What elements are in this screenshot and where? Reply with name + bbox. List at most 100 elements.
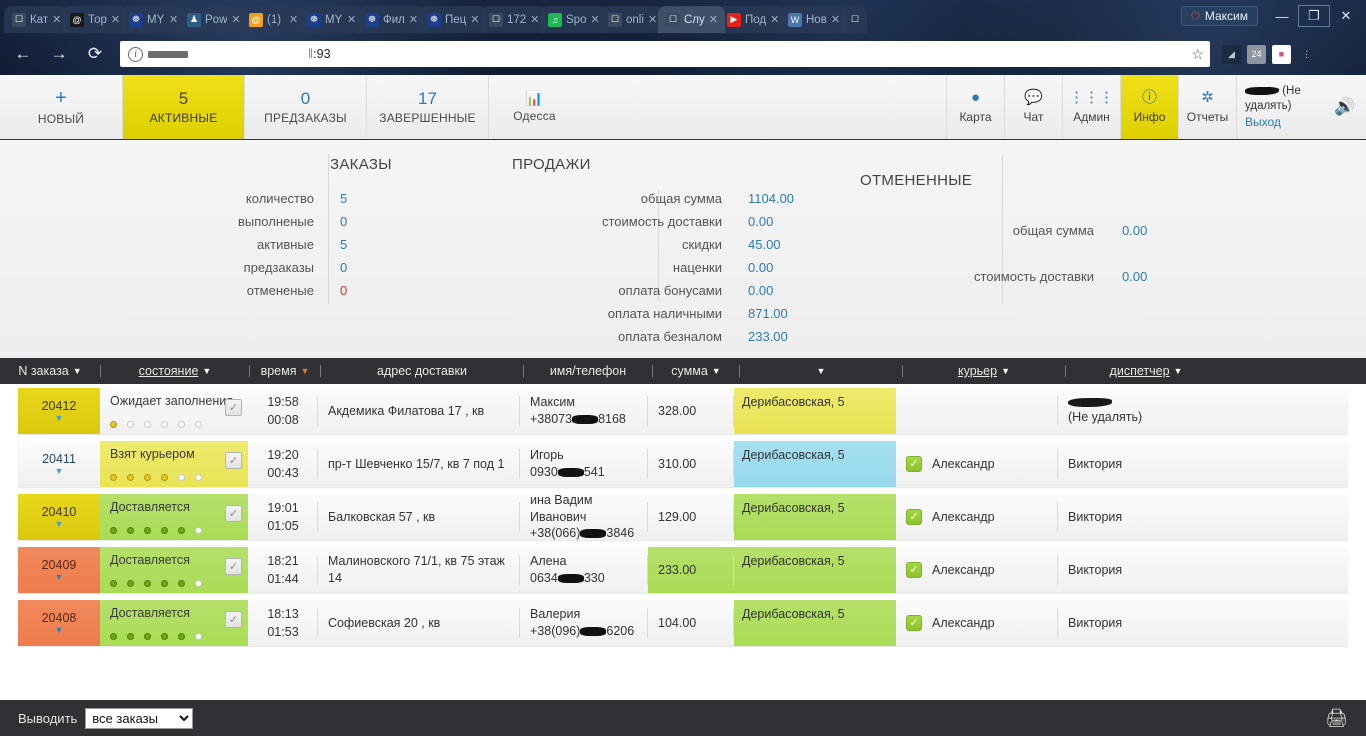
cell-courier[interactable]: ✓ Александр bbox=[896, 494, 1058, 540]
tab-close-icon[interactable]: ✕ bbox=[831, 13, 841, 26]
calendar-24-icon[interactable]: 24 bbox=[1247, 44, 1266, 64]
tab-close-icon[interactable]: ✕ bbox=[648, 13, 658, 26]
tab-close-icon[interactable]: ✕ bbox=[709, 13, 719, 26]
tab-close-icon[interactable]: ✕ bbox=[770, 13, 780, 26]
cell-courier[interactable]: ✓ Александр bbox=[896, 600, 1058, 646]
cell-dispatcher[interactable]: Виктория bbox=[1058, 600, 1218, 646]
nav-button-admin[interactable]: ⋮⋮⋮ Админ bbox=[1062, 75, 1120, 139]
tab-close-icon[interactable]: ✕ bbox=[530, 13, 540, 26]
address-bar[interactable]: i ‖:93 ☆ bbox=[120, 41, 1210, 67]
column-header-delivery-address[interactable]: адрес доставки bbox=[321, 358, 523, 384]
chevron-down-icon[interactable]: ▼ bbox=[55, 572, 64, 582]
speaker-icon[interactable]: 🔊 bbox=[1324, 75, 1366, 139]
cell-order-number[interactable]: 20411 ▼ bbox=[18, 441, 100, 487]
nav-button-chat[interactable]: 💬 Чат bbox=[1004, 75, 1062, 139]
table-row[interactable]: 20410 ▼ Доставляется ✓ 19:01 01:05 Балковская … bbox=[18, 493, 1348, 540]
sort-desc-icon[interactable]: ▼ bbox=[712, 366, 721, 376]
cell-order-number[interactable]: 20412 ▼ bbox=[18, 388, 100, 434]
browser-tab-12[interactable]: ▶ Под ✕ bbox=[718, 6, 787, 34]
cell-state[interactable]: Взят курьером ✓ bbox=[100, 441, 248, 487]
cell-restaurant[interactable]: Дерибасовская, 5 bbox=[734, 600, 896, 646]
column-header-restaurant[interactable]: ▼ bbox=[740, 358, 902, 384]
tab-close-icon[interactable]: ✕ bbox=[590, 13, 600, 26]
cell-dispatcher[interactable]: Виктория bbox=[1058, 494, 1218, 540]
browser-tab-11[interactable]: ☐ Слу ✕ bbox=[657, 6, 726, 34]
courier-confirmed-checkbox[interactable]: ✓ bbox=[906, 509, 922, 525]
cell-restaurant[interactable]: Дерибасовская, 5 bbox=[734, 388, 896, 434]
column-header-state[interactable]: состояние ▼ bbox=[101, 358, 249, 384]
nav-item-completed[interactable]: 17 ЗАВЕРШЕННЫЕ bbox=[366, 75, 488, 139]
cell-order-number[interactable]: 20410 ▼ bbox=[18, 494, 100, 540]
cell-courier[interactable] bbox=[896, 388, 1058, 434]
table-row[interactable]: 20411 ▼ Взят курьером ✓ 19:20 00:43 пр-т Шевче… bbox=[18, 441, 1348, 487]
cell-dispatcher[interactable]: Виктория bbox=[1058, 441, 1218, 487]
courier-confirmed-checkbox[interactable]: ✓ bbox=[906, 456, 922, 472]
column-header-order-number[interactable]: N заказа ▼ bbox=[0, 358, 100, 384]
chevron-down-icon[interactable]: ▼ bbox=[55, 413, 64, 423]
browser-tab-0[interactable]: ☐ Кат ✕ bbox=[3, 6, 69, 34]
state-checkbox[interactable]: ✓ bbox=[225, 399, 242, 416]
footer-filter-select[interactable]: все заказы bbox=[85, 707, 194, 729]
cell-restaurant[interactable]: Дерибасовская, 5 bbox=[734, 441, 896, 487]
column-header-courier[interactable]: курьер ▼ bbox=[903, 358, 1065, 384]
tab-close-icon[interactable]: ✕ bbox=[111, 13, 121, 26]
browser-tab-4[interactable]: @ (1) ✕ bbox=[241, 6, 306, 34]
window-restore-button[interactable]: ❐ bbox=[1298, 5, 1330, 27]
window-close-button[interactable]: ✕ bbox=[1330, 5, 1362, 27]
nav-item-city[interactable]: 📊 Одесса bbox=[488, 75, 580, 139]
printer-icon[interactable]: 🖨 bbox=[1325, 708, 1348, 729]
chevron-down-icon[interactable]: ▼ bbox=[55, 519, 64, 529]
new-tab-button[interactable]: ☐ bbox=[840, 6, 868, 34]
browser-tab-8[interactable]: ☐ 172 ✕ bbox=[480, 6, 547, 34]
back-icon[interactable]: ← bbox=[6, 39, 40, 69]
browser-tab-10[interactable]: ☐ onli ✕ bbox=[599, 6, 665, 34]
nav-item-preorders[interactable]: 0 ПРЕДЗАКАЗЫ bbox=[244, 75, 366, 139]
column-header-sum[interactable]: сумма ▼ bbox=[653, 358, 739, 384]
cell-dispatcher[interactable]: Виктория bbox=[1058, 547, 1218, 593]
table-row[interactable]: 20412 ▼ Ожидает заполнения ✓ 19:58 00:08 Акдем… bbox=[18, 388, 1348, 434]
chrome-menu-icon[interactable]: ⋮ bbox=[1297, 45, 1316, 64]
state-checkbox[interactable]: ✓ bbox=[225, 505, 242, 522]
nav-button-info[interactable]: ⓘ Инфо bbox=[1120, 75, 1178, 139]
browser-account-chip[interactable]: ⏻ Максим bbox=[1181, 6, 1258, 26]
cell-state[interactable]: Доставляется ✓ bbox=[100, 494, 248, 540]
sort-desc-icon[interactable]: ▼ bbox=[1001, 366, 1010, 376]
nav-button-reports[interactable]: ✲ Отчеты bbox=[1178, 75, 1236, 139]
cell-state[interactable]: Доставляется ✓ bbox=[100, 547, 248, 593]
state-checkbox[interactable]: ✓ bbox=[225, 558, 242, 575]
nav-button-map[interactable]: ● Карта bbox=[946, 75, 1004, 139]
column-header-name-phone[interactable]: имя/телефон bbox=[524, 358, 652, 384]
courier-confirmed-checkbox[interactable]: ✓ bbox=[906, 615, 922, 631]
cell-restaurant[interactable]: Дерибасовская, 5 bbox=[734, 547, 896, 593]
site-info-icon[interactable]: i bbox=[128, 46, 143, 62]
tab-close-icon[interactable]: ✕ bbox=[52, 13, 62, 26]
cell-order-number[interactable]: 20408 ▼ bbox=[18, 600, 100, 646]
state-checkbox[interactable]: ✓ bbox=[225, 452, 242, 469]
logout-link[interactable]: Выход bbox=[1245, 115, 1324, 130]
window-minimize-button[interactable]: — bbox=[1266, 5, 1298, 27]
sort-desc-icon[interactable]: ▼ bbox=[1174, 366, 1183, 376]
browser-tab-6[interactable]: ☸ Фил ✕ bbox=[357, 6, 426, 34]
cell-state[interactable]: Ожидает заполнения ✓ bbox=[100, 388, 248, 434]
browser-tab-9[interactable]: ♫ Spo ✕ bbox=[539, 6, 607, 34]
table-row[interactable]: 20409 ▼ Доставляется ✓ 18:21 01:44 Малиновског… bbox=[18, 547, 1348, 593]
cell-restaurant[interactable]: Дерибасовская, 5 bbox=[734, 494, 896, 540]
cell-state[interactable]: Доставляется ✓ bbox=[100, 600, 248, 646]
courier-confirmed-checkbox[interactable]: ✓ bbox=[906, 562, 922, 578]
sort-desc-icon[interactable]: ▼ bbox=[73, 366, 82, 376]
star-icon[interactable]: ☆ bbox=[1191, 46, 1204, 63]
sort-desc-icon[interactable]: ▼ bbox=[817, 366, 826, 376]
browser-tab-1[interactable]: @ Тор ✕ bbox=[61, 6, 128, 34]
chevron-down-icon[interactable]: ▼ bbox=[55, 625, 64, 635]
browser-tab-2[interactable]: ☸ MY ✕ bbox=[120, 6, 186, 34]
nav-item-active[interactable]: 5 АКТИВНЫЕ bbox=[122, 75, 244, 139]
cell-courier[interactable]: ✓ Александр bbox=[896, 547, 1058, 593]
cell-courier[interactable]: ✓ Александр bbox=[896, 441, 1058, 487]
browser-tab-3[interactable]: ♟ Pow ✕ bbox=[178, 6, 248, 34]
column-header-time[interactable]: время ▼ bbox=[250, 358, 320, 384]
reload-icon[interactable]: ⟳ bbox=[78, 39, 112, 69]
column-header-dispatcher[interactable]: диспетчер ▼ bbox=[1066, 358, 1226, 384]
cell-dispatcher[interactable]: (Не удалять) bbox=[1058, 388, 1218, 434]
browser-tab-13[interactable]: W Нов ✕ bbox=[779, 6, 848, 34]
table-row[interactable]: 20408 ▼ Доставляется ✓ 18:13 01:53 Софиевская … bbox=[18, 600, 1348, 646]
